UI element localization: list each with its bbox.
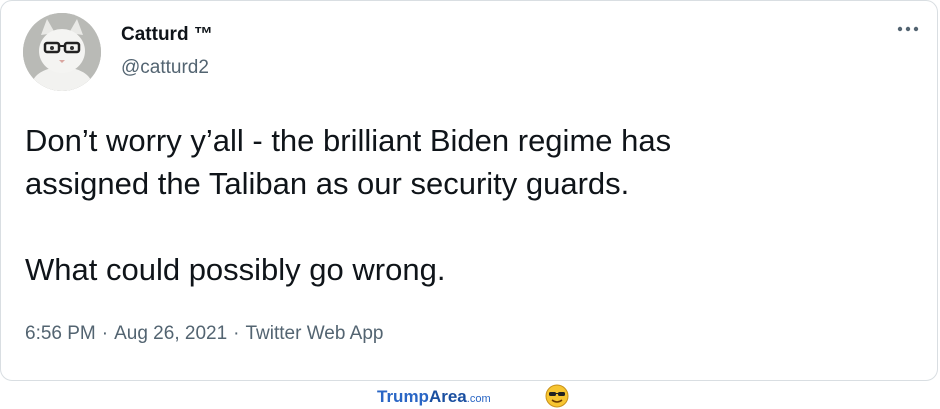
- watermark-part-dotcom: .com: [466, 393, 491, 405]
- tweet-time[interactable]: 6:56 PM: [25, 323, 96, 345]
- tweet-metadata: 6:56 PM · Aug 26, 2021 · Twitter Web App: [25, 323, 383, 345]
- tweet-card: Catturd ™ @catturd2 Don’t worry y’all - …: [0, 0, 938, 381]
- display-name[interactable]: Catturd ™: [121, 24, 213, 46]
- watermark-part-area: Area: [428, 387, 467, 406]
- user-handle[interactable]: @catturd2: [121, 57, 209, 79]
- separator: ·: [233, 323, 240, 344]
- more-options-icon[interactable]: [897, 19, 919, 33]
- tweet-date[interactable]: Aug 26, 2021: [114, 323, 227, 345]
- face-with-sunglasses-icon: [545, 384, 569, 408]
- avatar[interactable]: [23, 13, 101, 91]
- watermark-part-trump: Trump: [377, 387, 429, 406]
- separator: ·: [101, 323, 109, 344]
- tweet-text: Don’t worry y’all - the brilliant Biden …: [25, 123, 672, 287]
- tweet-source[interactable]: Twitter Web App: [245, 323, 383, 345]
- ellipsis-icon: [897, 26, 919, 32]
- cat-avatar-icon: [23, 13, 101, 91]
- watermark-logo: TrumpArea.com: [377, 387, 491, 407]
